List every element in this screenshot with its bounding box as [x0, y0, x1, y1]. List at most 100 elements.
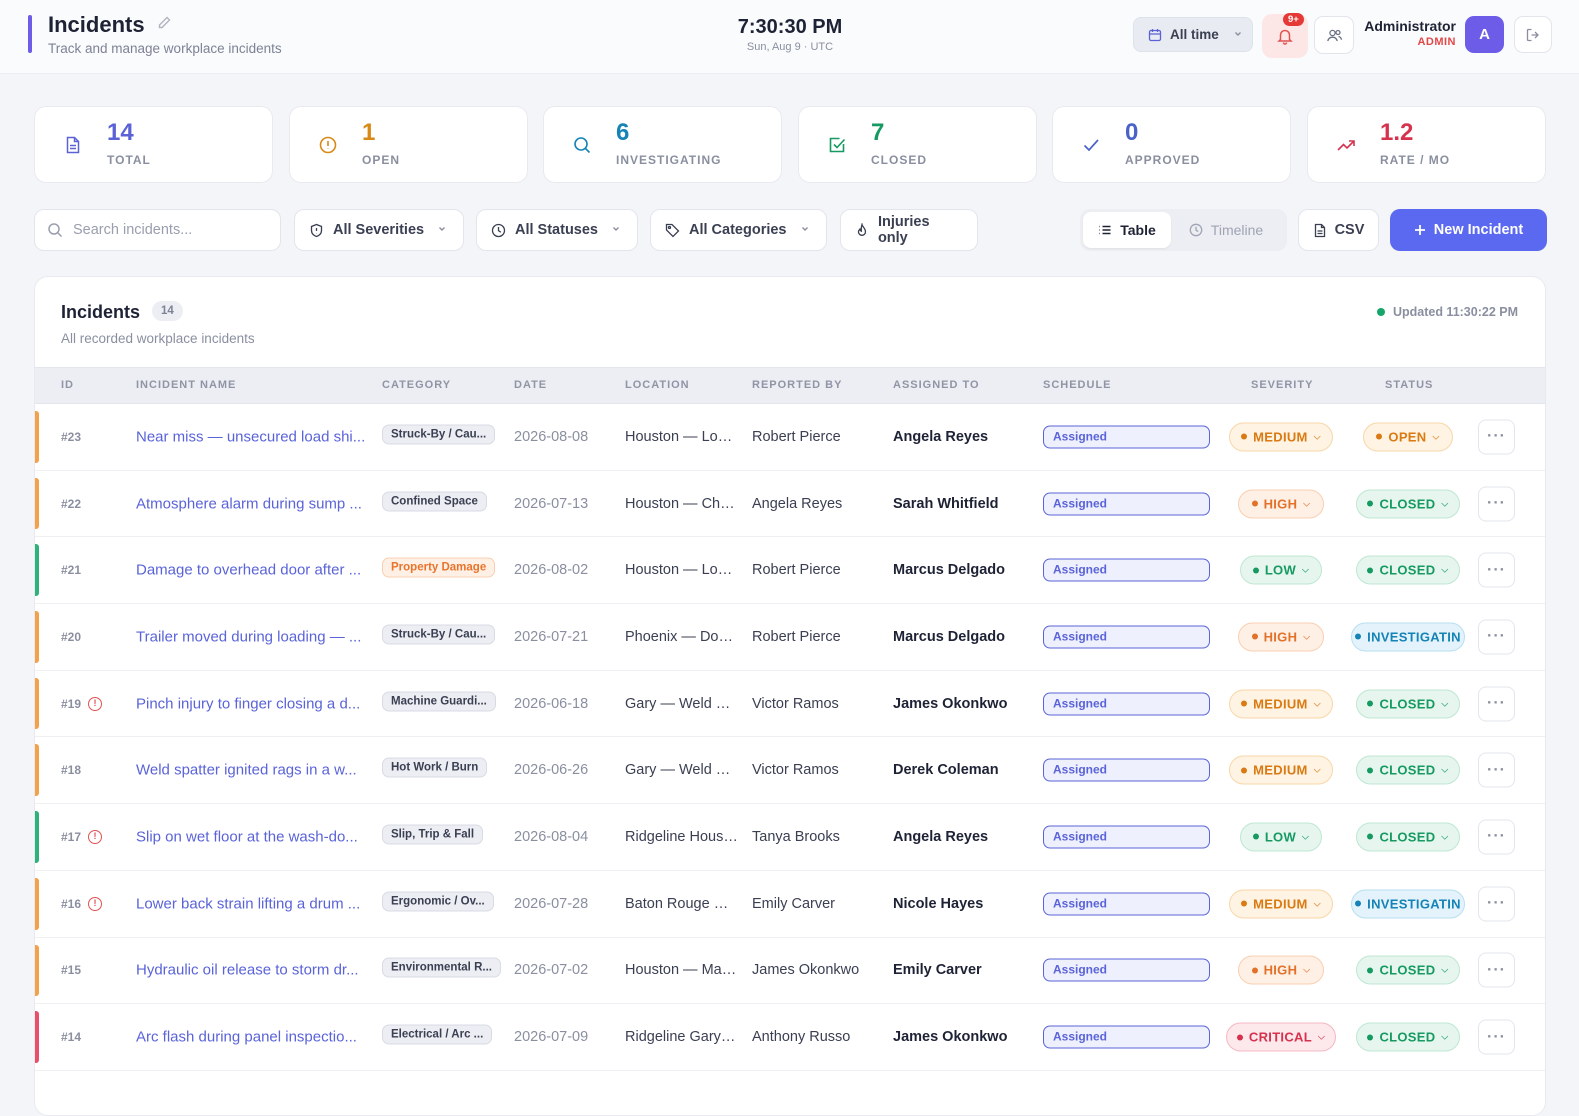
column-header-assigned-to[interactable]: ASSIGNED TO: [893, 379, 980, 391]
row-actions-button[interactable]: ···: [1478, 552, 1515, 588]
table-row[interactable]: #16! Lower back strain lifting a drum ...…: [35, 871, 1545, 938]
row-actions-button[interactable]: ···: [1478, 1019, 1515, 1055]
row-actions-button[interactable]: ···: [1478, 819, 1515, 855]
stat-label: APPROVED: [1125, 153, 1201, 167]
incident-name-link[interactable]: Lower back strain lifting a drum ...: [136, 895, 370, 912]
assigned-to: Emily Carver: [893, 962, 982, 979]
stat-card-total[interactable]: 14 TOTAL: [34, 106, 273, 183]
severity-dropdown[interactable]: MEDIUM ⌵: [1229, 889, 1333, 919]
row-actions-button[interactable]: ···: [1478, 952, 1515, 988]
search-box[interactable]: [34, 209, 281, 251]
schedule-status-button[interactable]: Assigned: [1043, 692, 1210, 716]
row-actions-button[interactable]: ···: [1478, 886, 1515, 922]
severity-dropdown[interactable]: HIGH ⌵: [1238, 955, 1324, 985]
table-row[interactable]: #17! Slip on wet floor at the wash-do... S…: [35, 804, 1545, 871]
table-row[interactable]: #20 Trailer moved during loading — ... Str…: [35, 604, 1545, 671]
column-header-severity[interactable]: SEVERITY: [1251, 379, 1313, 391]
column-header-reported-by[interactable]: REPORTED BY: [752, 379, 842, 391]
chevron-down-icon: ⌵: [1303, 631, 1311, 642]
table-row[interactable]: #18 Weld spatter ignited rags in a w... Ho…: [35, 737, 1545, 805]
status-filter-dropdown[interactable]: All Statuses: [476, 209, 638, 251]
stat-card-closed[interactable]: 7 CLOSED: [798, 106, 1037, 183]
table-row[interactable]: #21 Damage to overhead door after ... Prop…: [35, 537, 1545, 605]
schedule-status-button[interactable]: Assigned: [1043, 425, 1210, 449]
chevron-down-icon: ⌵: [1302, 564, 1310, 575]
new-incident-button[interactable]: New Incident: [1390, 209, 1547, 251]
schedule-status-button[interactable]: Assigned: [1043, 558, 1210, 582]
status-dropdown[interactable]: CLOSED ⌵: [1356, 822, 1460, 852]
search-input[interactable]: [73, 222, 263, 238]
stat-card-rate-mo[interactable]: 1.2 RATE / MO: [1307, 106, 1546, 183]
incident-name-link[interactable]: Pinch injury to finger closing a d...: [136, 695, 370, 712]
row-actions-button[interactable]: ···: [1478, 419, 1515, 455]
schedule-status-button[interactable]: Assigned: [1043, 758, 1210, 782]
schedule-status-button[interactable]: Assigned: [1043, 892, 1210, 916]
incident-name-link[interactable]: Weld spatter ignited rags in a w...: [136, 762, 370, 779]
stat-card-approved[interactable]: 0 APPROVED: [1052, 106, 1291, 183]
status-dropdown[interactable]: CLOSED ⌵: [1356, 689, 1460, 719]
schedule-status-button[interactable]: Assigned: [1043, 1025, 1210, 1049]
tab-table-view[interactable]: Table: [1083, 212, 1171, 248]
table-row[interactable]: #14 Arc flash during panel inspectio... El…: [35, 1004, 1545, 1071]
row-actions-button[interactable]: ···: [1478, 686, 1515, 722]
incident-name-link[interactable]: Slip on wet floor at the wash-do...: [136, 828, 370, 845]
status-dropdown[interactable]: OPEN ⌵: [1363, 422, 1453, 452]
incident-name-link[interactable]: Damage to overhead door after ...: [136, 562, 370, 579]
tab-timeline-view[interactable]: Timeline: [1171, 212, 1281, 248]
status-dropdown[interactable]: CLOSED ⌵: [1356, 1022, 1460, 1052]
schedule-status-button[interactable]: Assigned: [1043, 492, 1210, 516]
status-dropdown[interactable]: INVESTIGATIN: [1351, 622, 1465, 652]
incident-date: 2026-07-13: [514, 495, 589, 512]
incident-location: Houston — Load...: [625, 562, 739, 579]
severity-dropdown[interactable]: LOW ⌵: [1240, 555, 1322, 585]
status-dropdown[interactable]: INVESTIGATIN: [1351, 889, 1465, 919]
column-header-status[interactable]: STATUS: [1385, 379, 1433, 391]
status-dropdown[interactable]: CLOSED ⌵: [1356, 755, 1460, 785]
severity-dropdown[interactable]: HIGH ⌵: [1238, 489, 1324, 519]
logout-button[interactable]: [1514, 16, 1552, 53]
column-header-incident-name[interactable]: INCIDENT NAME: [136, 379, 236, 391]
schedule-status-button[interactable]: Assigned: [1043, 958, 1210, 982]
status-dropdown[interactable]: CLOSED ⌵: [1356, 489, 1460, 519]
column-header-date[interactable]: DATE: [514, 379, 547, 391]
incident-id: #18: [61, 763, 81, 777]
severity-dropdown[interactable]: CRITICAL ⌵: [1226, 1022, 1336, 1052]
category-filter-dropdown[interactable]: All Categories: [650, 209, 827, 251]
row-actions-button[interactable]: ···: [1478, 619, 1515, 655]
table-row[interactable]: #19! Pinch injury to finger closing a d..…: [35, 671, 1545, 738]
category-cell: Ergonomic / Ov...: [382, 891, 494, 916]
avatar[interactable]: A: [1465, 16, 1504, 53]
row-actions-button[interactable]: ···: [1478, 486, 1515, 522]
severity-label: CRITICAL: [1248, 1029, 1312, 1045]
stat-card-open[interactable]: 1 OPEN: [289, 106, 528, 183]
export-csv-button[interactable]: CSV: [1298, 209, 1379, 251]
column-header-id[interactable]: ID: [61, 379, 74, 391]
incident-name-link[interactable]: Atmosphere alarm during sump ...: [136, 495, 370, 512]
status-dropdown[interactable]: CLOSED ⌵: [1356, 555, 1460, 585]
incident-name-link[interactable]: Hydraulic oil release to storm dr...: [136, 962, 370, 979]
severity-dropdown[interactable]: LOW ⌵: [1240, 822, 1322, 852]
table-row[interactable]: #22 Atmosphere alarm during sump ... Confi…: [35, 471, 1545, 538]
column-header-category[interactable]: CATEGORY: [382, 379, 451, 391]
incident-name-link[interactable]: Near miss — unsecured load shi...: [136, 428, 370, 445]
injuries-only-toggle[interactable]: Injuries only: [840, 209, 978, 251]
severity-dropdown[interactable]: HIGH ⌵: [1238, 622, 1324, 652]
table-row[interactable]: #23 Near miss — unsecured load shi... Stru…: [35, 404, 1545, 471]
column-header-schedule[interactable]: SCHEDULE: [1043, 379, 1112, 391]
schedule-status-button[interactable]: Assigned: [1043, 625, 1210, 649]
row-actions-button[interactable]: ···: [1478, 752, 1515, 788]
schedule-status-button[interactable]: Assigned: [1043, 825, 1210, 849]
severity-dropdown[interactable]: MEDIUM ⌵: [1229, 422, 1333, 452]
stat-card-investigating[interactable]: 6 INVESTIGATING: [543, 106, 782, 183]
table-row[interactable]: #15 Hydraulic oil release to storm dr... E…: [35, 938, 1545, 1005]
column-header-location[interactable]: LOCATION: [625, 379, 690, 391]
severity-filter-dropdown[interactable]: All Severities: [294, 209, 464, 251]
incident-name-link[interactable]: Trailer moved during loading — ...: [136, 628, 370, 645]
more-horizontal-icon: ···: [1487, 627, 1506, 645]
incident-name-link[interactable]: Arc flash during panel inspectio...: [136, 1029, 370, 1046]
severity-dropdown[interactable]: MEDIUM ⌵: [1229, 755, 1333, 785]
status-dropdown[interactable]: CLOSED ⌵: [1356, 955, 1460, 985]
time-range-dropdown[interactable]: All time: [1133, 17, 1253, 52]
edit-pencil-icon[interactable]: [156, 15, 172, 31]
severity-dropdown[interactable]: MEDIUM ⌵: [1229, 689, 1333, 719]
